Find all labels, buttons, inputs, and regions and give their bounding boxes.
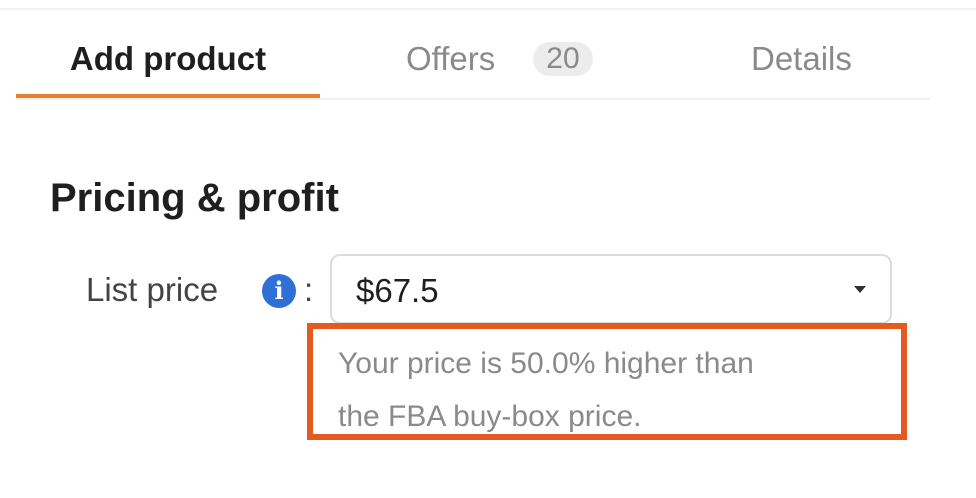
tab-offers[interactable]: Offers 20 xyxy=(406,22,593,96)
price-hint-line-2: the FBA buy-box price. xyxy=(338,400,642,433)
price-hint-line-1: Your price is 50.0% higher than xyxy=(338,347,754,380)
price-hint-highlight: Your price is 50.0% higher than the FBA … xyxy=(307,323,907,440)
section-title: Pricing & profit xyxy=(50,176,339,220)
tab-offers-label: Offers xyxy=(406,40,496,77)
tab-bar: Add product Offers 20 Details xyxy=(16,22,930,100)
chevron-down-icon xyxy=(854,286,866,293)
list-price-value: $67.5 xyxy=(356,272,439,309)
offers-count-badge: 20 xyxy=(533,42,593,76)
tab-details-label: Details xyxy=(751,40,852,77)
page: Add product Offers 20 Details Pricing & … xyxy=(0,0,976,498)
info-icon[interactable]: i xyxy=(262,274,296,308)
list-price-label: List price xyxy=(86,271,219,308)
tab-details[interactable]: Details xyxy=(751,22,852,96)
tab-add-product-label: Add product xyxy=(69,40,267,77)
list-price-select[interactable]: $67.5 xyxy=(330,254,892,324)
tab-add-product[interactable]: Add product xyxy=(16,22,320,98)
top-divider xyxy=(0,8,976,10)
label-colon: : xyxy=(304,271,314,308)
price-hint-text: Your price is 50.0% higher than the FBA … xyxy=(338,337,898,443)
active-tab-indicator xyxy=(16,94,320,98)
